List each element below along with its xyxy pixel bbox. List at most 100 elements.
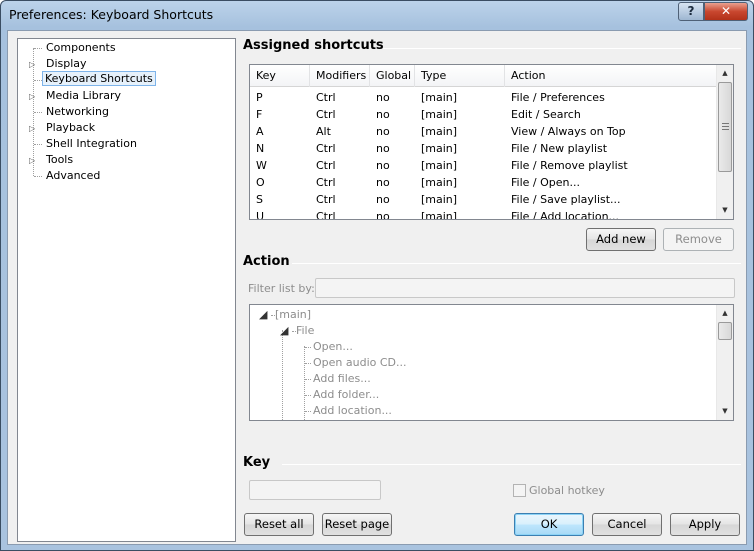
tree-node-main[interactable]: ◢ [main] — [259, 307, 311, 323]
collapse-arrow-icon[interactable]: ◢ — [259, 308, 267, 321]
table-cell: Edit / Search — [511, 108, 581, 121]
preferences-window: Preferences: Keyboard Shortcuts ? ✕ Comp… — [0, 0, 754, 551]
global-hotkey-checkbox[interactable] — [513, 484, 526, 497]
list-scrollbar[interactable]: ▲ ▼ — [716, 65, 733, 219]
scroll-up-arrow-icon[interactable]: ▲ — [717, 65, 733, 82]
tree-leaf-item[interactable]: Add folder... — [305, 387, 379, 403]
scroll-down-arrow-icon[interactable]: ▼ — [717, 202, 733, 219]
tree-connector — [305, 362, 311, 364]
table-row[interactable]: A Alt no [main] View / Always on Top — [250, 123, 717, 140]
table-cell: W — [256, 159, 267, 172]
tree-connector — [34, 144, 42, 145]
collapse-arrow-icon[interactable]: ◢ — [280, 324, 288, 337]
tree-item-keyboard-shortcuts[interactable]: Keyboard Shortcuts — [42, 71, 156, 87]
table-cell: no — [376, 210, 390, 220]
tree-connector — [34, 80, 42, 81]
reset-all-button[interactable]: Reset all — [244, 513, 314, 536]
table-row[interactable]: O Ctrl no [main] File / Open... — [250, 174, 717, 191]
table-cell: U — [256, 210, 265, 220]
column-header-modifiers[interactable]: Modifiers — [310, 65, 370, 87]
table-cell: no — [376, 176, 390, 189]
global-hotkey-label: Global hotkey — [529, 484, 605, 497]
close-button[interactable]: ✕ — [704, 2, 748, 21]
scroll-up-arrow-icon[interactable]: ▲ — [717, 305, 733, 322]
grip-line — [722, 126, 729, 127]
reset-page-button[interactable]: Reset page — [322, 513, 392, 536]
help-button[interactable]: ? — [678, 2, 704, 21]
section-divider — [292, 263, 741, 264]
tree-node-file[interactable]: ◢ File — [280, 323, 314, 339]
expand-arrow-icon[interactable]: ▷ — [29, 156, 38, 165]
tree-leaf-item[interactable]: Open audio CD... — [305, 355, 407, 371]
tree-leaf-label: Add folder... — [313, 388, 380, 401]
expand-arrow-icon[interactable]: ▷ — [29, 124, 38, 133]
scroll-thumb[interactable] — [718, 82, 732, 172]
scroll-thumb[interactable] — [718, 322, 732, 340]
tree-item-playback[interactable]: Playback — [44, 120, 97, 136]
table-cell: Ctrl — [316, 193, 336, 206]
table-row[interactable]: S Ctrl no [main] File / Save playlist... — [250, 191, 717, 208]
remove-button[interactable]: Remove — [663, 228, 734, 251]
table-cell: [main] — [421, 125, 458, 138]
section-divider — [383, 48, 741, 49]
dialog-client-area: Components ▷ Display Keyboard Shortcuts … — [7, 30, 747, 545]
ok-button[interactable]: OK — [514, 513, 584, 536]
tree-leaf-item[interactable]: Add files... — [305, 371, 371, 387]
table-row[interactable]: N Ctrl no [main] File / New playlist — [250, 140, 717, 157]
tree-leaf-label: Add files... — [313, 372, 371, 385]
column-header-action[interactable]: Action — [505, 65, 717, 87]
key-heading: Key — [243, 455, 271, 470]
table-row[interactable]: F Ctrl no [main] Edit / Search — [250, 106, 717, 123]
table-row[interactable]: U Ctrl no [main] File / Add location... — [250, 208, 717, 220]
tree-connector — [34, 176, 42, 177]
table-cell: [main] — [421, 91, 458, 104]
tree-connector — [305, 394, 311, 396]
list-header: Key Modifiers Global Type Action — [250, 65, 717, 87]
tree-item-components[interactable]: Components — [44, 40, 118, 56]
table-cell: File / Open... — [511, 176, 580, 189]
table-row[interactable]: P Ctrl no [main] File / Preferences — [250, 89, 717, 106]
tree-connector-line — [282, 330, 283, 420]
table-cell: [main] — [421, 159, 458, 172]
tree-item-shell-integration[interactable]: Shell Integration — [44, 136, 139, 152]
action-tree[interactable]: ◢ [main] ◢ File Open... Open audio CD... A… — [249, 304, 734, 421]
table-row[interactable]: W Ctrl no [main] File / Remove playlist — [250, 157, 717, 174]
table-cell: no — [376, 108, 390, 121]
add-new-button[interactable]: Add new — [586, 228, 656, 251]
table-cell: no — [376, 142, 390, 155]
table-cell: [main] — [421, 176, 458, 189]
expand-arrow-icon[interactable]: ▷ — [29, 92, 38, 101]
tree-item-networking[interactable]: Networking — [44, 104, 111, 120]
column-header-global[interactable]: Global — [370, 65, 415, 87]
column-header-type[interactable]: Type — [415, 65, 505, 87]
expand-arrow-icon[interactable]: ▷ — [29, 60, 38, 69]
tree-item-display[interactable]: Display — [44, 56, 89, 72]
shortcuts-list[interactable]: Key Modifiers Global Type Action P Ctrl no… — [249, 64, 734, 220]
apply-button[interactable]: Apply — [670, 513, 740, 536]
tree-leaf-label: Open... — [313, 340, 353, 353]
key-input[interactable] — [249, 480, 381, 500]
table-cell: [main] — [421, 210, 458, 220]
close-icon: ✕ — [720, 4, 732, 18]
table-cell: Ctrl — [316, 142, 336, 155]
preferences-tree[interactable]: Components ▷ Display Keyboard Shortcuts … — [17, 38, 236, 542]
window-title: Preferences: Keyboard Shortcuts — [9, 7, 214, 22]
scroll-down-arrow-icon[interactable]: ▼ — [717, 403, 733, 420]
table-cell: no — [376, 125, 390, 138]
tree-leaf-label: Add location... — [313, 404, 392, 417]
action-tree-scrollbar[interactable]: ▲ ▼ — [716, 305, 733, 420]
filter-input[interactable] — [315, 278, 735, 298]
cancel-button[interactable]: Cancel — [592, 513, 662, 536]
column-header-key[interactable]: Key — [250, 65, 310, 87]
table-cell: no — [376, 193, 390, 206]
title-bar[interactable]: Preferences: Keyboard Shortcuts ? ✕ — [1, 1, 753, 29]
tree-leaf-item[interactable]: Open... — [305, 339, 353, 355]
tree-item-advanced[interactable]: Advanced — [44, 168, 102, 184]
tree-leaf-label: Open audio CD... — [313, 356, 407, 369]
tree-item-tools[interactable]: Tools — [44, 152, 75, 168]
tree-item-media-library[interactable]: Media Library — [44, 88, 123, 104]
assigned-shortcuts-heading: Assigned shortcuts — [243, 38, 384, 53]
table-cell: View / Always on Top — [511, 125, 626, 138]
tree-leaf-item[interactable]: Add location... — [305, 403, 392, 419]
table-cell: [main] — [421, 108, 458, 121]
